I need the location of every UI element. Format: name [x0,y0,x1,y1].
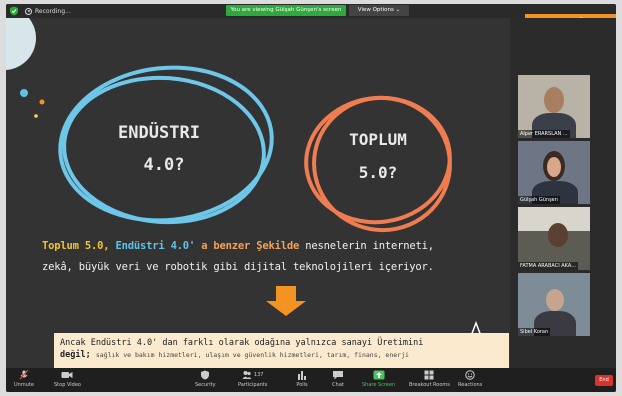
text-endustri: Endüstri 4.0' [115,240,196,252]
participants-button[interactable]: 137 Participants [238,370,267,390]
circle-left-line1: ENDÜSTRI [118,121,200,143]
slide-callout-box: Ancak Endüstri 4.0' dan farklı olarak od… [54,333,509,368]
text-toplum: Toplum 5.0, [42,240,110,252]
recording-label: Recording... [35,7,71,15]
circle-left-line2: 4.0? [144,155,185,175]
viewing-banner: You are viewing Gülşah Günşen's screen [226,5,346,16]
callout-line1: Ancak Endüstri 4.0' dan farklı olarak od… [60,338,424,348]
end-meeting-button[interactable]: End [595,375,613,386]
video-tile[interactable]: Sibel Koran [518,273,590,336]
security-label: Security [195,382,216,388]
polls-button[interactable]: Polls [296,370,308,390]
slide-graphics: ENDÜSTRI 4.0? TOPLUM 5.0? [6,18,498,360]
view-options-button[interactable]: View Options ⌄ [349,5,409,16]
text-line2: zekâ, büyük veri ve robotik gibi dijital… [42,261,434,273]
text-benzer: a benzer Şekilde [201,240,300,252]
unmute-label: Unmute [14,382,34,388]
shared-screen: ENDÜSTRI 4.0? TOPLUM 5.0? Toplum 5.0, En… [6,18,510,368]
video-camera-icon [61,372,73,378]
video-tile[interactable]: Alper ERARSLAN ... [518,75,590,138]
video-tile[interactable]: Gülşah Günşen [518,141,590,204]
reactions-label: Reactions [458,382,483,388]
people-icon [242,371,252,379]
circle-right-line1: TOPLUM [349,130,407,149]
chat-label: Chat [332,382,344,388]
video-tile[interactable]: FATMA ARABACI AKA... [518,207,590,270]
stop-video-button[interactable]: Stop Video [54,370,81,390]
smiley-icon [465,370,475,380]
down-arrow-icon [266,286,306,316]
participant-panel: Alper ERARSLAN ... Gülşah Günşen FATMA A… [510,18,616,368]
recording-indicator[interactable]: Recording... [25,6,71,16]
reactions-button[interactable]: Reactions [458,370,482,390]
breakout-rooms-label: Breakout Rooms [409,382,450,388]
participant-name: Gülşah Günşen [518,196,560,204]
participant-name: FATMA ARABACI AKA... [518,262,578,270]
chat-bubble-icon [333,371,343,380]
record-icon [25,7,32,15]
circle-right-line2: 5.0? [359,163,398,182]
security-button[interactable]: Security [195,370,216,390]
polls-label: Polls [296,382,308,388]
breakout-rooms-button[interactable]: Breakout Rooms [409,370,450,390]
grid-icon [424,370,434,380]
meeting-toolbar: Unmute Stop Video Security 137 Participa… [6,368,616,392]
meeting-window: Recording... You are viewing Gülşah Günş… [6,4,616,392]
text-nesnelerin: nesnelerin interneti, [305,240,434,252]
microphone-muted-icon [19,370,29,380]
shield-icon[interactable] [9,6,19,16]
chat-button[interactable]: Chat [332,370,344,390]
unmute-button[interactable]: Unmute [14,370,34,390]
share-arrow-icon [373,370,385,380]
callout-degil: değil; [60,350,91,360]
participant-name: Sibel Koran [518,328,551,336]
bar-chart-icon [298,371,306,380]
participant-name: Alper ERARSLAN ... [518,130,570,138]
share-screen-label: Share Screen [362,382,396,388]
share-screen-button[interactable]: Share Screen [362,370,395,390]
slide-paragraph: Toplum 5.0, Endüstri 4.0' a benzer Şekil… [42,236,510,278]
participants-count: 137 [253,372,264,378]
participants-label: Participants [238,382,268,388]
shield-icon [201,370,210,380]
stop-video-label: Stop Video [54,382,81,388]
callout-line2: sağlık ve bakım hizmetleri, ulaşım ve gü… [95,351,409,359]
